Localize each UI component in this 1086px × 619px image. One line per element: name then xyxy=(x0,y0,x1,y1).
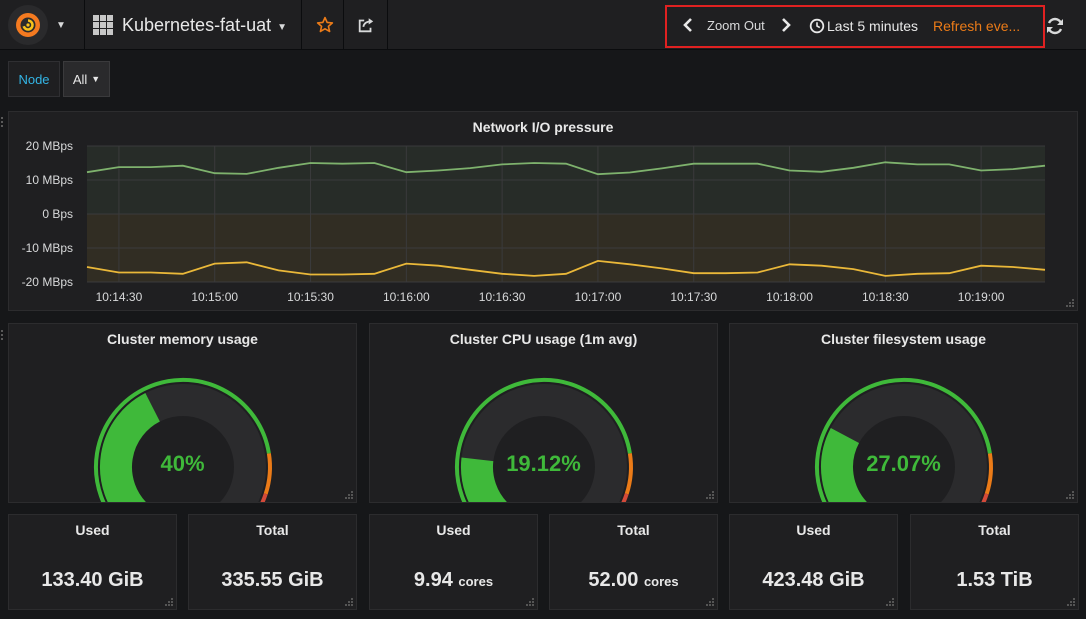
share-icon xyxy=(358,18,373,33)
x-tick-label: 10:17:00 xyxy=(575,290,622,304)
network-io-chart: 20 MBps 10 MBps 0 Bps -10 MBps -20 MBps 10:14… xyxy=(22,139,1046,304)
y-tick-label: 0 Bps xyxy=(42,207,73,221)
resize-handle-icon[interactable] xyxy=(705,490,714,499)
variable-value: All xyxy=(72,71,88,87)
resize-handle-icon[interactable] xyxy=(705,597,714,606)
refresh-icon[interactable] xyxy=(1044,15,1066,37)
variable-label-node: Node xyxy=(8,61,60,97)
resize-handle-icon[interactable] xyxy=(164,597,173,606)
y-tick-label: -10 MBps xyxy=(22,241,73,255)
cluster-cpu-gauge-panel: Cluster CPU usage (1m avg) 19.12% xyxy=(369,323,718,503)
memory-used-stat-panel: Used 133.40 GiB xyxy=(8,514,177,610)
x-tick-label: 10:18:30 xyxy=(862,290,909,304)
zoom-out-button[interactable]: Zoom Out xyxy=(707,18,765,33)
cpu-total-stat-panel: Total 52.00 cores xyxy=(549,514,718,610)
chevron-down-icon: ▼ xyxy=(91,74,101,84)
x-tick-label: 10:15:30 xyxy=(287,290,334,304)
stat-value: 133.40 GiB xyxy=(41,569,144,591)
cluster-filesystem-gauge-panel: Cluster filesystem usage 27.07% xyxy=(729,323,1078,503)
dashboard-picker[interactable]: Kubernetes-fat-uat ▼ xyxy=(84,0,302,50)
memory-total-stat-panel: Total 335.55 GiB xyxy=(188,514,357,610)
star-icon xyxy=(316,16,333,33)
resize-handle-icon[interactable] xyxy=(1065,298,1074,307)
cluster-memory-gauge-panel: Cluster memory usage 40% xyxy=(8,323,357,503)
network-io-graph-panel: Network I/O pressure 20 MBps 10 MBps 0 Bps… xyxy=(8,111,1078,311)
panel-title[interactable]: Total xyxy=(189,522,356,538)
grafana-menu-button[interactable]: ▼ xyxy=(8,4,70,46)
row-drag-handle[interactable] xyxy=(1,330,5,344)
y-tick-label: 20 MBps xyxy=(26,139,73,153)
x-tick-label: 10:18:00 xyxy=(766,290,813,304)
panel-title[interactable]: Total xyxy=(911,522,1078,538)
time-picker-highlight: Zoom Out Last 5 minutes Refresh eve... xyxy=(665,5,1045,48)
x-tick-label: 10:14:30 xyxy=(96,290,143,304)
y-tick-label: 10 MBps xyxy=(26,173,73,187)
y-tick-label: -20 MBps xyxy=(22,275,73,289)
x-tick-label: 10:19:00 xyxy=(958,290,1005,304)
chevron-right-icon[interactable] xyxy=(779,15,793,35)
top-navbar: ▼ Kubernetes-fat-uat ▼ Zoom Out Last 5 m… xyxy=(0,0,1086,50)
gauge-value: 27.07% xyxy=(866,451,941,476)
variable-select-node[interactable]: All ▼ xyxy=(63,61,110,97)
dashboard-grid-icon xyxy=(93,15,113,35)
resize-handle-icon[interactable] xyxy=(344,597,353,606)
grafana-logo-icon xyxy=(8,5,48,45)
time-range-button[interactable]: Last 5 minutes xyxy=(827,18,918,34)
row-drag-handle[interactable] xyxy=(1,117,5,131)
x-tick-label: 10:15:00 xyxy=(191,290,238,304)
dashboard-title: Kubernetes-fat-uat xyxy=(122,14,272,35)
gauge-value: 19.12% xyxy=(506,451,581,476)
chevron-left-icon[interactable] xyxy=(681,15,695,35)
resize-handle-icon[interactable] xyxy=(525,597,534,606)
panel-title[interactable]: Total xyxy=(550,522,717,538)
star-button[interactable] xyxy=(306,0,344,50)
x-tick-label: 10:16:30 xyxy=(479,290,526,304)
stat-value: 335.55 GiB xyxy=(221,569,324,591)
stat-value: 52.00 cores xyxy=(588,569,679,591)
filesystem-used-stat-panel: Used 423.48 GiB xyxy=(729,514,898,610)
x-tick-label: 10:17:30 xyxy=(670,290,717,304)
panel-title[interactable]: Used xyxy=(9,522,176,538)
chevron-down-icon: ▼ xyxy=(277,21,287,33)
resize-handle-icon[interactable] xyxy=(1065,490,1074,499)
resize-handle-icon[interactable] xyxy=(885,597,894,606)
refresh-interval-button[interactable]: Refresh eve... xyxy=(933,18,1020,34)
resize-handle-icon[interactable] xyxy=(344,490,353,499)
share-button[interactable] xyxy=(344,0,388,50)
cpu-used-stat-panel: Used 9.94 cores xyxy=(369,514,538,610)
stat-value: 9.94 cores xyxy=(413,569,494,591)
chevron-down-icon: ▼ xyxy=(56,19,66,31)
panel-title[interactable]: Used xyxy=(370,522,537,538)
gauge-value: 40% xyxy=(160,451,205,476)
x-tick-label: 10:16:00 xyxy=(383,290,430,304)
stat-value: 423.48 GiB xyxy=(762,569,865,591)
resize-handle-icon[interactable] xyxy=(1066,597,1075,606)
stat-value: 1.53 TiB xyxy=(956,569,1033,591)
clock-icon xyxy=(809,18,825,34)
panel-title[interactable]: Used xyxy=(730,522,897,538)
filesystem-total-stat-panel: Total 1.53 TiB xyxy=(910,514,1079,610)
